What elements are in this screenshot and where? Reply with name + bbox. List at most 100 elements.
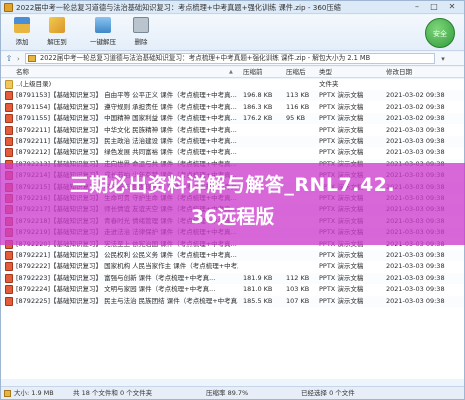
file-type: PPTX 演示文稿 [319, 102, 364, 111]
compressed-size [286, 79, 316, 90]
watermark-banner: 三期必出资料详解与解答_RNL7.42. 36远程版 [0, 163, 465, 245]
add-icon [14, 17, 30, 33]
original-size [243, 147, 277, 158]
compressed-size [286, 147, 316, 158]
compressed-size [286, 261, 316, 272]
original-size [243, 136, 277, 147]
add-label: 添加 [15, 38, 29, 46]
status-ratio: 压缩率 89.7% [206, 389, 249, 397]
extract-to-button[interactable]: 解压到 [41, 17, 73, 49]
toolbar: 添加 解压到 一键解压 删除 安全 [1, 15, 464, 51]
file-row[interactable]: [8792222]【基础知识复习】 国家机构 人民当家作主 课件（考点梳理+中考… [1, 261, 464, 272]
delete-button[interactable]: 删除 [128, 17, 154, 49]
modified-date: 2021-03-03 09:38 [386, 273, 445, 282]
one-click-extract-icon [95, 17, 111, 33]
file-type: PPTX 演示文稿 [319, 125, 364, 134]
file-row[interactable]: [8792224]【基础知识复习】 文明与家园 课件（考点梳理+中考真... 18… [1, 284, 464, 295]
original-size: 181.9 KB [243, 273, 273, 282]
modified-date: 2021-03-03 09:38 [386, 262, 445, 271]
close-button[interactable]: ✕ [444, 2, 460, 12]
original-size: 186.3 KB [243, 102, 273, 111]
one-click-extract-button[interactable]: 一键解压 [85, 17, 121, 49]
pptx-file-icon [5, 273, 13, 283]
file-row[interactable]: ..(上级目录) 文件夹 [1, 79, 464, 90]
compressed-size: 95 KB [286, 114, 306, 123]
security-shield-badge[interactable]: 安全 [425, 18, 455, 48]
modified-date: 2021-03-02 09:38 [386, 102, 445, 111]
original-size: 185.5 KB [243, 296, 273, 305]
title-bar[interactable]: 2022届中考一轮总复习道德与法治基础知识复习：考点梳理+中考真题+强化训练 课… [1, 1, 464, 14]
column-header-type[interactable]: 类型 [319, 67, 332, 78]
compressed-size [286, 125, 316, 136]
status-selected: 已经选择 0 个文件 [301, 389, 355, 397]
file-row[interactable]: [8792212]【基础知识复习】 绿色发展 共同富裕 课件（考点梳理+中考真.… [1, 147, 464, 158]
file-row[interactable]: [8792225]【基础知识复习】 民主与法治 民族团结 课件（考点梳理+中考真… [1, 295, 464, 307]
file-type: 文件夹 [319, 80, 339, 88]
chevron-down-icon[interactable]: ▾ [438, 54, 448, 64]
up-level-icon[interactable]: ⇧ [4, 54, 14, 64]
original-size [243, 79, 277, 90]
file-type: PPTX 演示文稿 [319, 137, 364, 145]
status-bar: 大小: 1.9 MB 共 18 个文件和 0 个文件夹 压缩率 89.7% 已经… [1, 386, 464, 399]
delete-label: 删除 [134, 38, 148, 46]
file-type: PPTX 演示文稿 [319, 273, 364, 282]
column-header-original-size[interactable]: 压缩前 [243, 67, 263, 78]
pptx-file-icon [5, 91, 13, 101]
file-name: [8792225]【基础知识复习】 民主与法治 民族团结 课件（考点梳理+中考真… [16, 296, 238, 305]
extract-to-label: 解压到 [47, 38, 67, 46]
compressed-size: 113 KB [286, 91, 310, 100]
address-bar: ⇧ › 2022届中考一轮总复习道德与法治基础知识复习：考点梳理+中考真题+强化… [1, 52, 464, 66]
compressed-size: 116 KB [286, 102, 310, 111]
modified-date: 2021-03-03 09:38 [386, 285, 445, 294]
pptx-file-icon [5, 285, 13, 295]
file-type: PPTX 演示文稿 [319, 251, 364, 259]
file-row[interactable]: [8791153]【基础知识复习】 自由平等 公平正义 课件（考点梳理+中考真.… [1, 90, 464, 102]
file-row[interactable]: [8791154]【基础知识复习】 遵守规则 承担责任 课件（考点梳理+中考真.… [1, 102, 464, 113]
modified-date: 2021-03-03 09:38 [386, 137, 445, 145]
watermark-line-1: 三期必出资料详解与解答_RNL7.42. [69, 174, 396, 196]
pptx-file-icon [5, 251, 13, 260]
original-size [243, 261, 277, 272]
archive-path-field[interactable]: 2022届中考一轮总复习道德与法治基础知识复习：考点梳理+中考真题+强化训练 课… [25, 53, 435, 64]
file-row[interactable]: [8792211]【基础知识复习】 民主政治 法治建设 课件（考点梳理+中考真.… [1, 136, 464, 147]
original-size: 176.2 KB [243, 114, 273, 123]
zip-file-icon [28, 55, 36, 62]
window-title: 2022届中考一轮总复习道德与法治基础知识复习：考点梳理+中考真题+强化训练 课… [16, 3, 341, 12]
file-name: [8792221]【基础知识复习】 公民权利 公民义务 课件（考点梳理+中考真.… [16, 251, 237, 259]
file-list-header: 名称 ▲ 压缩前 压缩后 类型 修改日期 [1, 67, 464, 78]
minimize-button[interactable]: – [409, 2, 425, 12]
file-row[interactable]: [8792221]【基础知识复习】 公民权利 公民义务 课件（考点梳理+中考真.… [1, 250, 464, 261]
file-name: [8792212]【基础知识复习】 绿色发展 共同富裕 课件（考点梳理+中考真.… [16, 148, 237, 157]
column-header-name[interactable]: 名称 [16, 67, 29, 78]
original-size: 196.8 KB [243, 91, 273, 100]
file-name: [8791153]【基础知识复习】 自由平等 公平正义 课件（考点梳理+中考真.… [16, 91, 237, 100]
file-type: PPTX 演示文稿 [319, 91, 364, 100]
maximize-button[interactable]: □ [426, 2, 442, 12]
pptx-file-icon [5, 262, 13, 272]
pptx-file-icon [5, 296, 13, 306]
extract-folder-icon [49, 17, 65, 33]
original-size [243, 125, 277, 136]
file-row[interactable]: [8791155]【基础知识复习】 中国精神 国家利益 课件（考点梳理+中考真.… [1, 113, 464, 125]
compressed-size: 112 KB [286, 273, 310, 282]
file-row[interactable]: [8792223]【基础知识复习】 富强与创新 课件（考点梳理+中考真... 18… [1, 272, 464, 284]
archive-path-text: 2022届中考一轮总复习道德与法治基础知识复习：考点梳理+中考真题+强化训练 课… [40, 54, 371, 62]
one-click-extract-label: 一键解压 [90, 38, 116, 46]
watermark-line-2: 36远程版 [190, 206, 275, 228]
compressed-size [286, 136, 316, 147]
file-name: [8792224]【基础知识复习】 文明与家园 课件（考点梳理+中考真... [16, 285, 216, 294]
file-row[interactable]: [8792211]【基础知识复习】 中华文化 民族精神 课件（考点梳理+中考真.… [1, 125, 464, 136]
file-name: [8791154]【基础知识复习】 遵守规则 承担责任 课件（考点梳理+中考真.… [16, 102, 237, 111]
compressed-size [286, 250, 316, 261]
app-icon [4, 3, 13, 12]
modified-date: 2021-03-03 09:38 [386, 125, 445, 134]
file-type: PPTX 演示文稿 [319, 296, 364, 305]
file-name: [8792211]【基础知识复习】 中华文化 民族精神 课件（考点梳理+中考真.… [16, 125, 237, 134]
column-header-compressed-size[interactable]: 压缩后 [286, 67, 306, 78]
compressed-size: 107 KB [286, 296, 310, 305]
compressed-size: 103 KB [286, 285, 310, 294]
add-button[interactable]: 添加 [9, 17, 35, 49]
column-header-modified[interactable]: 修改日期 [386, 67, 412, 78]
pptx-file-icon [5, 114, 13, 124]
file-name: ..(上级目录) [16, 80, 52, 88]
